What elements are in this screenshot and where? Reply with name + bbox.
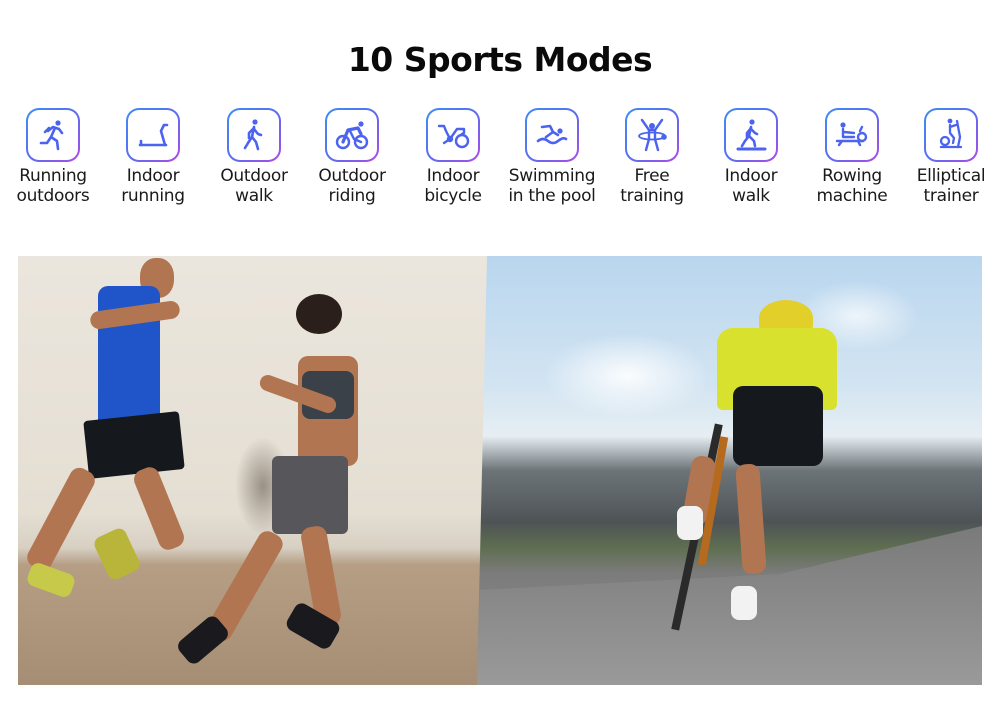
page-title: 10 Sports Modes xyxy=(347,40,653,79)
swimming-icon xyxy=(536,124,568,145)
cycling-icon xyxy=(335,121,369,150)
runner-man-leg xyxy=(23,464,99,574)
mode-label-line1: Free xyxy=(634,166,670,186)
treadmill-icon xyxy=(138,123,169,147)
mode-label-line1: Indoor xyxy=(724,166,778,186)
walking-icon xyxy=(243,119,263,151)
mode-free-training: Free training xyxy=(597,108,707,206)
photo-collage xyxy=(18,256,982,685)
mode-label-line1: Outdoor xyxy=(318,166,386,186)
running-outdoors-icon xyxy=(39,120,64,151)
mode-label-line2: bicycle xyxy=(424,186,482,206)
mode-indoor-bicycle: Indoor bicycle xyxy=(398,108,508,206)
runner-man-leg xyxy=(131,464,187,553)
mode-indoor-running: Indoor running xyxy=(98,108,208,206)
cyclist-leg xyxy=(735,463,767,575)
mode-label-line2: walk xyxy=(235,186,273,206)
mode-label-line2: running xyxy=(121,186,185,206)
mode-label-line2: walk xyxy=(732,186,770,206)
mode-label-line1: Swimming xyxy=(508,166,596,186)
running-couple-photo xyxy=(18,256,527,685)
hula-hoop-icon xyxy=(638,118,667,152)
runner-woman-hair xyxy=(296,294,342,334)
cyclist-shoe xyxy=(731,586,757,620)
mode-outdoor-walk: Outdoor walk xyxy=(199,108,309,206)
cyclist-photo xyxy=(477,256,982,685)
treadmill-walk-icon xyxy=(736,119,767,151)
mode-label-line1: Indoor xyxy=(126,166,180,186)
rowing-machine-icon xyxy=(835,122,868,147)
mode-indoor-walk: Indoor walk xyxy=(696,108,806,206)
mode-swimming-pool: Swimming in the pool xyxy=(497,108,607,206)
runner-man-shoe xyxy=(25,560,77,600)
mode-label-line2: training xyxy=(620,186,684,206)
mode-rowing-machine: Rowing machine xyxy=(797,108,907,206)
runner-woman-shorts xyxy=(272,456,348,534)
mode-label-line2: machine xyxy=(816,186,888,206)
mode-running-outdoors: Running outdoors xyxy=(0,108,108,206)
elliptical-trainer-icon xyxy=(939,118,963,149)
cyclist-shoe xyxy=(677,506,703,540)
mode-label-line2: in the pool xyxy=(508,186,596,206)
road xyxy=(477,526,982,685)
sports-modes-list: Running outdoors Indoor running Outdoor … xyxy=(0,108,1000,218)
mode-label-line2: outdoors xyxy=(16,186,90,206)
runner-man-shoe xyxy=(91,525,143,583)
mode-elliptical-trainer: Elliptical trainer xyxy=(896,108,1000,206)
mode-label-line2: trainer xyxy=(923,186,979,206)
mode-label-line2: riding xyxy=(328,186,376,206)
stationary-bike-icon xyxy=(437,124,470,149)
mode-label-line1: Indoor xyxy=(426,166,480,186)
mode-label-line1: Rowing xyxy=(822,166,882,186)
mode-outdoor-riding: Outdoor riding xyxy=(297,108,407,206)
runner-man-shorts xyxy=(83,411,185,479)
mode-label-line1: Running xyxy=(19,166,87,186)
mode-label-line1: Outdoor xyxy=(220,166,288,186)
mode-label-line1: Elliptical xyxy=(916,166,986,186)
cyclist-shorts xyxy=(733,386,823,466)
